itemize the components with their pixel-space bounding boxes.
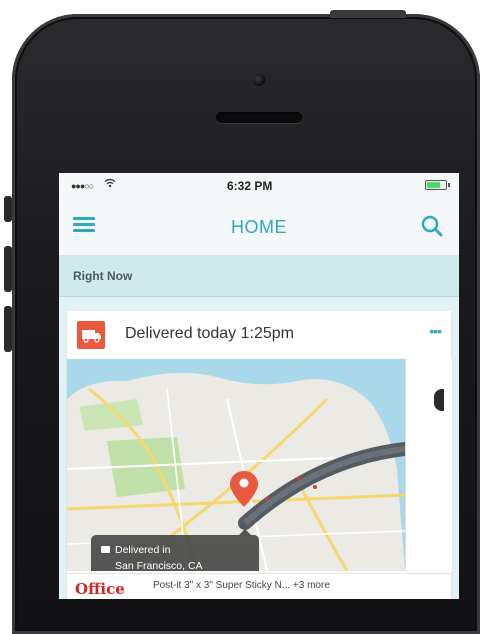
card-title: Delivered today 1:25pm: [125, 325, 294, 342]
earpiece-speaker: [216, 112, 302, 123]
package-icon: [101, 546, 110, 553]
battery-icon: [425, 180, 450, 190]
section-title: Right Now: [73, 269, 133, 283]
volume-down-button: [4, 306, 12, 352]
search-icon[interactable]: [419, 213, 445, 239]
tooltip-line-2: San Francisco, CA: [115, 560, 203, 571]
signal-strength-icon: ●●●○○: [71, 181, 94, 191]
delivery-map[interactable]: Delivered in San Francisco, CA: [67, 359, 405, 571]
phone-frame: ●●●○○ 6:32 PM HOME Right Now Delivered t…: [12, 14, 480, 634]
delivery-card[interactable]: Delivered today 1:25pm ••• Delivered in …: [67, 311, 452, 599]
phone-screen: ●●●○○ 6:32 PM HOME Right Now Delivered t…: [59, 173, 459, 599]
store-logo: Office: [75, 580, 125, 598]
page-title: HOME: [231, 217, 287, 237]
volume-up-button: [4, 246, 12, 292]
tooltip-line-1: Delivered in: [115, 544, 171, 556]
front-camera: [253, 74, 265, 86]
card-header: Delivered today 1:25pm •••: [67, 311, 451, 359]
section-header: Right Now: [59, 256, 459, 297]
battery-level: [427, 182, 440, 188]
status-bar: ●●●○○ 6:32 PM: [59, 173, 459, 199]
order-item-row[interactable]: Office Post-it 3" x 3" Super Sticky N...…: [67, 573, 451, 599]
wifi-icon: [104, 178, 116, 191]
power-button: [330, 10, 406, 18]
next-card-peek[interactable]: [405, 359, 452, 571]
item-description: Post-it 3" x 3" Super Sticky N... +3 mor…: [153, 580, 330, 591]
status-time: 6:32 PM: [227, 179, 273, 193]
nav-bar: HOME: [59, 199, 459, 256]
delivery-location-tooltip: Delivered in San Francisco, CA: [91, 529, 259, 571]
mute-switch: [4, 196, 12, 222]
delivery-truck-icon: [77, 321, 105, 349]
more-dots-icon[interactable]: •••: [429, 323, 442, 339]
next-card-image: [434, 389, 444, 411]
